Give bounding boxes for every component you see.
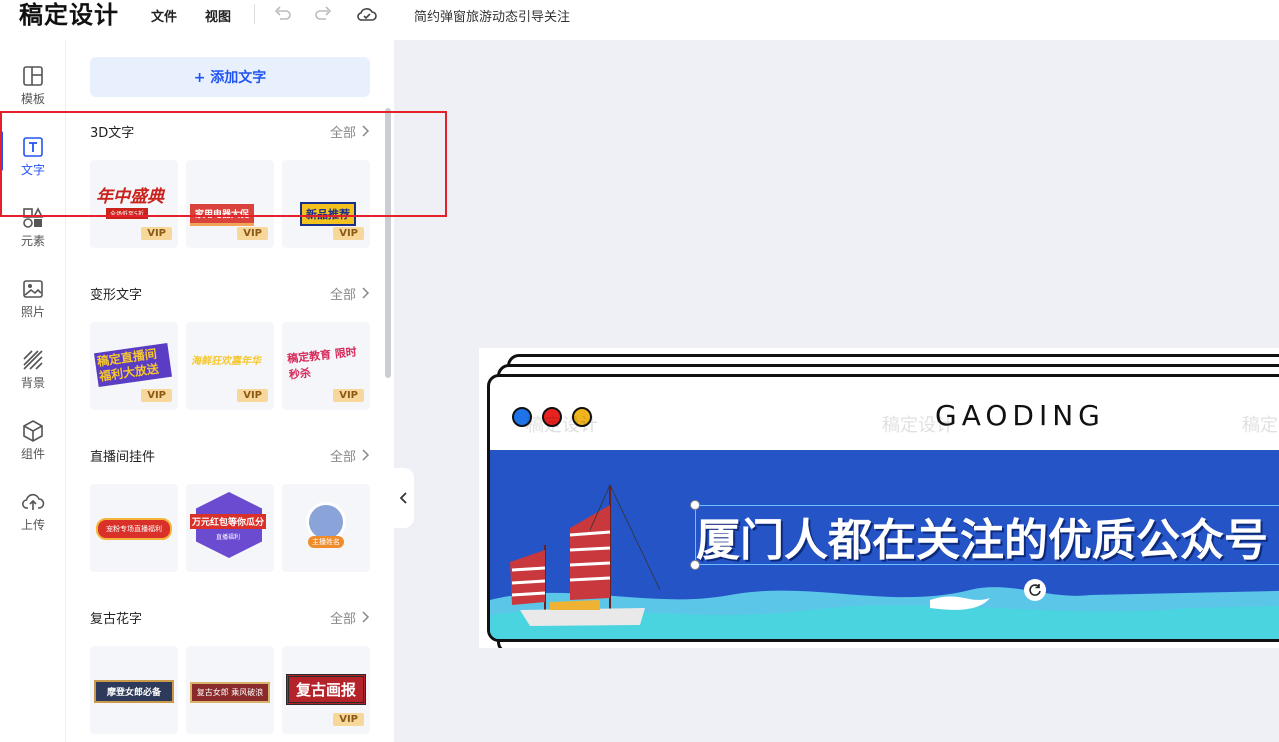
chevron-right-icon — [362, 287, 370, 299]
undo-icon[interactable] — [272, 4, 294, 24]
vip-badge: VIP — [141, 227, 172, 240]
vip-badge: VIP — [237, 227, 268, 240]
thumb-title: 复古女郎 乘风破浪 — [190, 682, 270, 703]
vip-badge: VIP — [141, 389, 172, 402]
text-template-thumb[interactable]: 稿定教育 限时秒杀 VIP — [282, 322, 370, 410]
section-title: 3D文字 — [90, 125, 135, 141]
section-title: 直播间挂件 — [90, 449, 156, 465]
thumb-subtitle: 全场低至5折 — [106, 208, 148, 219]
panel-scrollbar[interactable] — [385, 108, 391, 378]
resize-handle[interactable] — [690, 560, 700, 570]
section-3d-text: 3D文字 全部 年中盛典 全场低至5折 VIP 家用电器大促 VIP 新品推荐 … — [90, 120, 370, 248]
menu-file[interactable]: 文件 — [151, 6, 177, 25]
thumb-subtitle: 直播福利 — [216, 534, 241, 541]
upload-icon — [21, 493, 45, 510]
text-panel: + 添加文字 3D文字 全部 年中盛典 全场低至5折 VIP 家用电器大促 VI… — [66, 40, 394, 742]
thumb-title: 稿定教育 限时秒杀 — [286, 345, 358, 382]
background-icon — [23, 350, 43, 370]
document-title[interactable]: 简约弹窗旅游动态引导关注 — [414, 6, 570, 25]
rail-item-label: 文字 — [20, 163, 45, 177]
thumb-title: 万元红包等你瓜分 — [190, 514, 267, 529]
chevron-right-icon — [362, 125, 370, 137]
thumb-title: 新品推荐 — [300, 202, 356, 226]
vip-badge: VIP — [237, 389, 268, 402]
text-template-thumb[interactable]: 家用电器大促 VIP — [186, 160, 274, 248]
section-title: 复古花字 — [90, 611, 143, 627]
redo-icon[interactable] — [312, 4, 334, 24]
rotate-handle[interactable] — [1024, 579, 1046, 601]
see-all-link[interactable]: 全部 — [330, 122, 370, 141]
rail-item-elements[interactable]: 元素 — [0, 202, 66, 262]
rail-item-upload[interactable]: 上传 — [0, 486, 66, 546]
shapes-icon — [23, 207, 44, 228]
thumb-title: 主播姓名 — [308, 536, 344, 548]
rail-item-label: 上传 — [20, 518, 45, 532]
thumb-title: 稿定直播间 福利大放送 — [93, 343, 173, 387]
rail-item-label: 元素 — [20, 234, 45, 248]
rail-item-background[interactable]: 背景 — [0, 344, 66, 404]
thumb-title: 宠粉专场直播福利 — [96, 518, 172, 540]
menu-view[interactable]: 视图 — [205, 6, 231, 25]
chevron-right-icon — [362, 449, 370, 461]
text-icon — [23, 137, 43, 157]
rail-item-components[interactable]: 组件 — [0, 415, 66, 475]
section-live-widgets: 直播间挂件 全部 宠粉专场直播福利 万元红包等你瓜分 直播福利 主播姓名 — [90, 444, 370, 572]
cube-icon — [23, 420, 43, 442]
vip-badge: VIP — [333, 713, 364, 726]
toolbar-divider — [254, 4, 255, 24]
text-template-thumb[interactable]: 复古画报 VIP — [282, 646, 370, 734]
section-title: 变形文字 — [90, 287, 143, 303]
rail-item-text[interactable]: 文字 — [0, 131, 66, 191]
left-rail: 模板 文字 元素 照片 背景 组件 上传 — [0, 40, 66, 742]
text-template-thumb[interactable]: 摩登女郎必备 — [90, 646, 178, 734]
rail-item-label: 组件 — [20, 447, 45, 461]
watermark-text: 稿定设计 — [1242, 415, 1279, 436]
text-template-thumb[interactable]: 稿定直播间 福利大放送 VIP — [90, 322, 178, 410]
thumb-title: 摩登女郎必备 — [94, 680, 174, 703]
thumb-title: 海鲜狂欢嘉年华 — [190, 356, 263, 367]
thumb-title: 复古画报 — [286, 674, 366, 705]
chevron-left-icon — [400, 492, 407, 504]
rail-item-template[interactable]: 模板 — [0, 60, 66, 120]
rail-item-label: 模板 — [20, 92, 45, 106]
selection-box — [695, 505, 1279, 565]
collapse-panel-handle[interactable] — [394, 468, 414, 528]
chevron-right-icon — [362, 611, 370, 623]
vip-badge: VIP — [333, 227, 364, 240]
window-frame: 稿定设计 稿定设计 稿定设计 GAODING 厦门人都在关注的优质公众号 — [487, 374, 1279, 642]
text-template-thumb[interactable]: 主播姓名 — [282, 484, 370, 572]
template-icon — [23, 66, 43, 86]
text-template-thumb[interactable]: 复古女郎 乘风破浪 — [186, 646, 274, 734]
cloud-icon[interactable] — [356, 4, 378, 24]
artboard[interactable]: 稿定设计 稿定设计 稿定设计 GAODING 厦门人都在关注的优质公众号 — [479, 348, 1279, 648]
thumb-title: 家用电器大促 — [190, 204, 255, 226]
text-template-thumb[interactable]: 新品推荐 VIP — [282, 160, 370, 248]
rotate-icon — [1029, 584, 1041, 596]
see-all-link[interactable]: 全部 — [330, 608, 370, 627]
resize-handle[interactable] — [690, 500, 700, 510]
rail-item-label: 照片 — [20, 305, 45, 319]
text-template-thumb[interactable]: 海鲜狂欢嘉年华 VIP — [186, 322, 274, 410]
text-template-thumb[interactable]: 年中盛典 全场低至5折 VIP — [90, 160, 178, 248]
text-template-thumb[interactable]: 万元红包等你瓜分 直播福利 — [186, 484, 274, 572]
rail-item-label: 背景 — [20, 376, 45, 390]
section-deform-text: 变形文字 全部 稿定直播间 福利大放送 VIP 海鲜狂欢嘉年华 VIP 稿定教育… — [90, 282, 370, 410]
banner[interactable]: 厦门人都在关注的优质公众号 — [490, 450, 1279, 639]
watermark-text: 稿定设计 — [526, 415, 598, 436]
text-template-thumb[interactable]: 宠粉专场直播福利 — [90, 484, 178, 572]
photo-icon — [23, 280, 43, 298]
section-retro-text: 复古花字 全部 摩登女郎必备 复古女郎 乘风破浪 复古画报 VIP — [90, 606, 370, 734]
add-text-button[interactable]: + 添加文字 — [90, 57, 370, 97]
rail-item-photos[interactable]: 照片 — [0, 273, 66, 333]
thumb-title: 年中盛典 — [96, 187, 164, 207]
app-logo[interactable]: 稿定设计 — [19, 0, 119, 30]
vip-badge: VIP — [333, 389, 364, 402]
top-bar: 稿定设计 文件 视图 简约弹窗旅游动态引导关注 — [0, 0, 1279, 40]
see-all-link[interactable]: 全部 — [330, 446, 370, 465]
see-all-link[interactable]: 全部 — [330, 284, 370, 303]
brand-text[interactable]: GAODING — [935, 399, 1105, 432]
